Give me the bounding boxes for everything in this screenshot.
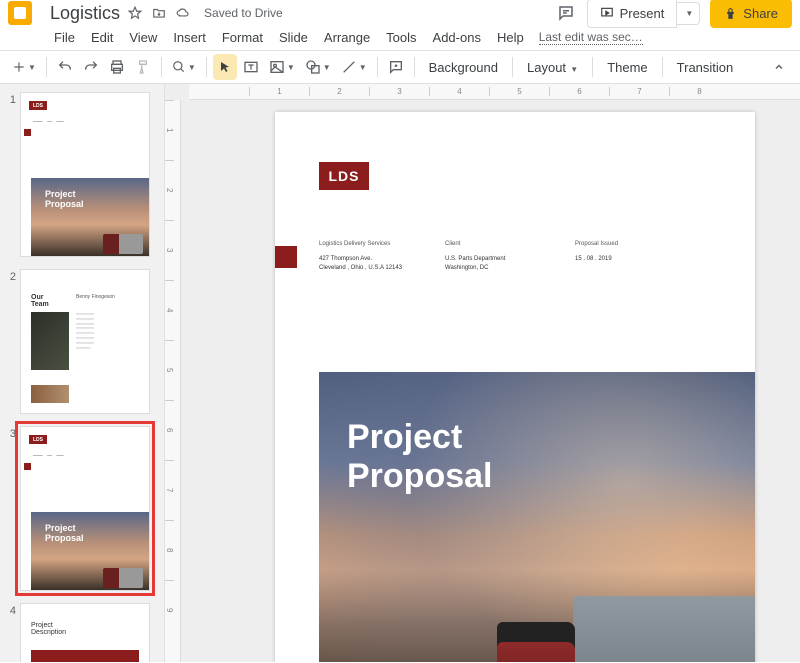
hero-image[interactable]: ProjectProposal: [319, 372, 755, 662]
present-label: Present: [620, 6, 665, 21]
redo-button[interactable]: [79, 54, 103, 80]
theme-button[interactable]: Theme: [599, 60, 655, 75]
separator: [377, 57, 378, 77]
line-button[interactable]: ▼: [337, 54, 371, 80]
separator: [161, 57, 162, 77]
paint-format-button[interactable]: [131, 54, 155, 80]
thumb-heading: OurTeam: [31, 294, 49, 308]
company-info[interactable]: Logistics Delivery Services 427 Thompson…: [319, 240, 402, 273]
shape-button[interactable]: ▼: [301, 54, 335, 80]
date-info[interactable]: Proposal Issued 15 . 08 . 2019: [575, 240, 618, 264]
thumb-name: Benny Finogeson: [76, 294, 115, 300]
thumb-number: 3: [6, 426, 16, 599]
separator: [206, 57, 207, 77]
truck-trailer: [573, 596, 755, 662]
photo: [31, 385, 69, 403]
slide-thumb-3[interactable]: LDS ━━━━ ━━ ━━━ ProjectProposal: [20, 426, 150, 591]
present-button[interactable]: Present: [587, 0, 678, 28]
logo-icon: LDS: [29, 435, 47, 444]
hero-image: ProjectProposal: [31, 178, 149, 256]
select-tool[interactable]: [213, 54, 237, 80]
truck-icon: [103, 234, 143, 254]
menu-help[interactable]: Help: [490, 26, 531, 49]
comment-button[interactable]: [384, 54, 408, 80]
thumb-number: 2: [6, 269, 16, 422]
menu-arrange[interactable]: Arrange: [317, 26, 377, 49]
thumb-number: 4: [6, 603, 16, 662]
zoom-button[interactable]: ▼: [168, 54, 200, 80]
accent-block: [24, 463, 31, 470]
new-slide-button[interactable]: ▼: [8, 54, 40, 80]
menu-tools[interactable]: Tools: [379, 26, 423, 49]
separator: [592, 57, 593, 77]
client-info[interactable]: Client U.S. Parts Department Washington,…: [445, 240, 505, 273]
move-icon[interactable]: [152, 6, 166, 20]
star-icon[interactable]: [128, 6, 142, 20]
cloud-icon: [176, 6, 190, 20]
share-button[interactable]: Share: [710, 0, 792, 28]
last-edit-link[interactable]: Last edit was sec…: [539, 30, 643, 45]
slide-title[interactable]: ProjectProposal: [347, 418, 492, 496]
menu-view[interactable]: View: [122, 26, 164, 49]
menu-file[interactable]: File: [47, 26, 82, 49]
slide-thumb-4[interactable]: ProjectDescription: [20, 603, 150, 662]
accent-block: [24, 129, 31, 136]
slide-canvas[interactable]: LDS Logistics Delivery Services 427 Thom…: [275, 112, 755, 662]
layout-button[interactable]: Layout ▼: [519, 60, 586, 75]
share-label: Share: [743, 6, 778, 21]
present-dropdown[interactable]: ▼: [677, 2, 700, 25]
thumb-heading: ProjectDescription: [31, 622, 66, 636]
comments-icon[interactable]: [555, 2, 577, 24]
app-icon[interactable]: [8, 1, 32, 25]
paragraph: ━━━━━━━━━━━━━━━━━━━━━━━━━━━━━━━━━━━━━━━━…: [76, 312, 141, 350]
background-button[interactable]: Background: [421, 60, 506, 75]
menu-format[interactable]: Format: [215, 26, 270, 49]
logo-icon: LDS: [29, 101, 47, 110]
hero-image: ProjectProposal: [31, 512, 149, 590]
transition-button[interactable]: Transition: [669, 60, 742, 75]
separator: [46, 57, 47, 77]
accent-block[interactable]: [275, 246, 297, 268]
collapse-toolbar-icon[interactable]: [768, 54, 792, 80]
separator: [512, 57, 513, 77]
menu-slide[interactable]: Slide: [272, 26, 315, 49]
print-button[interactable]: [105, 54, 129, 80]
save-status: Saved to Drive: [204, 6, 283, 20]
accent-bar: [31, 650, 139, 662]
menu-addons[interactable]: Add-ons: [426, 26, 488, 49]
menu-insert[interactable]: Insert: [166, 26, 213, 49]
separator: [414, 57, 415, 77]
doc-title[interactable]: Logistics: [50, 3, 120, 24]
slide-thumb-2[interactable]: OurTeam Benny Finogeson ━━━━━━━━━━━━━━━━…: [20, 269, 150, 414]
photo: [31, 312, 69, 370]
truck-cab: [497, 622, 575, 662]
textbox-button[interactable]: [239, 54, 263, 80]
menu-edit[interactable]: Edit: [84, 26, 120, 49]
slide-thumb-1[interactable]: LDS ━━━━ ━━ ━━━ ProjectProposal: [20, 92, 150, 257]
logo[interactable]: LDS: [319, 162, 369, 190]
slide-panel[interactable]: 1 LDS ━━━━ ━━ ━━━ ProjectProposal 2 OurT…: [0, 84, 165, 662]
separator: [662, 57, 663, 77]
canvas[interactable]: 12345678 123456789 LDS Logistics Deliver…: [165, 84, 800, 662]
truck-icon: [103, 568, 143, 588]
thumb-number: 1: [6, 92, 16, 265]
vertical-ruler: 123456789: [165, 100, 181, 662]
image-button[interactable]: ▼: [265, 54, 299, 80]
horizontal-ruler: 12345678: [189, 84, 800, 100]
undo-button[interactable]: [53, 54, 77, 80]
